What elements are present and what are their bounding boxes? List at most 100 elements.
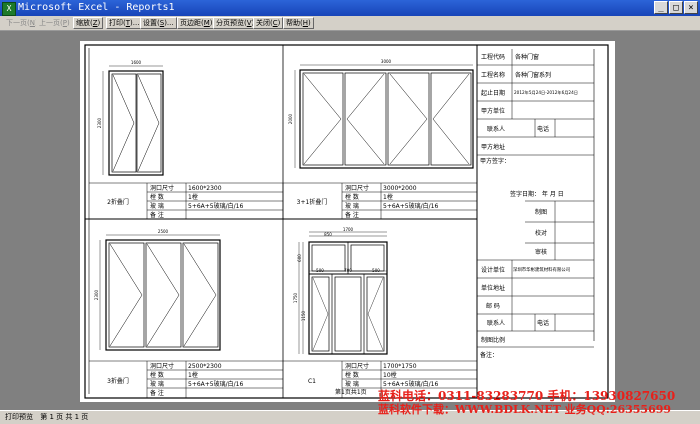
promo-website-line: 蓝科软件下载：WWW.BDLK.NET 业务QQ:26355699 [378,403,672,416]
maximize-button[interactable]: □ [669,1,683,14]
c1-window-drawing [298,231,388,355]
c1-top-height-dim: 600 [297,254,302,262]
door3-name: 3折叠门 [107,377,129,385]
count-label-4: 樘 数 [345,371,359,379]
c1-bottom-mid-dim: 700 [344,268,352,273]
c1-bottom-right-dim: 500 [372,268,380,273]
page-break-label: 分页预览 [216,19,244,27]
title-bar: X Microsoft Excel - Reports1 _ □ × [0,0,700,16]
next-page-key: P [62,19,67,27]
door3-drawing [99,234,221,351]
zoom-key: Z [92,19,98,27]
window-title: Microsoft Excel - Reports1 [18,2,175,13]
status-mode: 打印预览 [5,413,33,421]
door1-drawing [102,65,164,176]
door1-count: 1樘 [188,193,198,201]
status-page: 第 1 页 共 1 页 [40,413,89,421]
door3-size: 2500*2300 [188,363,222,370]
minimize-button[interactable]: _ [654,1,668,14]
door1-size: 1600*2300 [188,185,222,192]
date-label: 起止日期 [481,89,505,97]
excel-icon: X [2,2,16,16]
phone-label: 电话 [537,125,549,133]
door3-count: 1樘 [188,371,198,379]
contact2-label: 联系人 [487,319,505,327]
size-label-4: 洞口尺寸 [345,362,369,370]
c1-lower-height-dim: 1150 [301,310,306,321]
print-preview-toolbar: 下一页(N) 上一页(P) 缩放(Z) 打印(T)... 设置(S)... 页边… [0,16,700,31]
contact-label: 联系人 [487,125,505,133]
door3-width-dim: 2500 [158,229,169,234]
design-unit-label: 设计单位 [481,266,505,274]
close-preview-button[interactable]: 关闭(C) [253,17,284,29]
close-window-button[interactable]: × [684,1,698,14]
client-sign-label: 甲方签字： [480,157,510,165]
zoom-button[interactable]: 缩放(Z) [73,17,104,29]
door2-count: 1樘 [383,193,393,201]
design-unit: 深圳市华彬建筑材料有限公司 [513,266,570,273]
sign-date-label: 签字日期： 年 月 日 [510,190,564,198]
c1-width-dim: 1700 [343,227,354,232]
check-label: 校对 [535,229,547,237]
review-label: 审核 [535,248,547,256]
client-label: 甲方单位 [481,107,505,115]
margins-button[interactable]: 页边距(M) [177,17,216,29]
help-label: 帮助 [286,19,300,27]
prev-page-label: 下一页 [6,19,27,27]
project-code: 各种门窗 [515,53,539,61]
note-label-3: 备 注 [150,389,164,397]
count-label-1: 樘 数 [150,193,164,201]
print-label: 打印 [109,19,123,27]
size-label-3: 洞口尺寸 [150,362,174,370]
note-label-2: 备 注 [345,211,359,219]
postcode-label: 邮 码 [486,302,500,310]
glass-label-1: 玻 璃 [150,202,164,210]
help-button[interactable]: 帮助(H) [283,17,314,29]
c1-size: 1700*1750 [383,363,417,370]
c1-name: C1 [308,378,316,385]
door3-height-dim: 2300 [94,289,99,300]
setup-label: 设置 [143,19,157,27]
door1-glass: 5+6A+5玻璃/白/16 [188,202,243,210]
project-name: 各种门窗系列 [515,71,551,79]
count-label-2: 樘 数 [345,193,359,201]
size-label-1: 洞口尺寸 [150,184,174,192]
close-label: 关闭 [256,19,270,27]
print-key: T [125,19,131,27]
next-page-button[interactable]: 上一页(P) [36,17,73,29]
prev-page-key: N [29,19,35,27]
door1-width-dim: 1600 [131,60,142,65]
size-label-2: 洞口尺寸 [345,184,369,192]
date-range: 2012年5月24日-2012年6月24日 [514,89,578,96]
note-label-1: 备 注 [150,211,164,219]
door1-name: 2折叠门 [107,198,129,206]
door1-height-dim: 2300 [97,117,102,128]
print-button[interactable]: 打印(T)... [106,17,143,29]
page-break-preview-button[interactable]: 分页预览(V) [213,17,258,29]
drawing-sheet: 1600 2300 3000 2000 2500 2300 1700 850 6… [84,44,609,399]
margins-label: 页边距 [180,19,201,27]
phone2-label: 电话 [537,319,549,327]
help-key: H [302,19,308,27]
door2-size: 3000*2000 [383,185,417,192]
margins-key: M [203,19,210,27]
remark-label: 备注： [480,351,498,359]
c1-bottom-left-dim: 500 [316,268,324,273]
setup-button[interactable]: 设置(S)... [140,17,177,29]
page-indicator: 第1页共1页 [335,388,367,396]
client-address-label: 甲方地址 [481,143,505,151]
glass-label-4: 玻 璃 [345,380,359,388]
close-key: C [272,19,278,27]
setup-key: S [159,19,165,27]
unit-address-label: 单位地址 [481,284,505,292]
c1-top-left-dim: 850 [324,232,332,237]
door3-glass: 5+6A+5玻璃/白/16 [188,380,243,388]
door2-height-dim: 2000 [288,113,293,124]
zoom-label: 缩放 [76,19,90,27]
door2-name: 3+1折叠门 [297,198,328,206]
page-break-key: V [246,19,252,27]
project-name-label: 工程名称 [481,71,505,79]
door2-glass: 5+6A+5玻璃/白/16 [383,202,438,210]
next-page-label: 上一页 [39,19,60,27]
door2-width-dim: 3000 [381,59,392,64]
